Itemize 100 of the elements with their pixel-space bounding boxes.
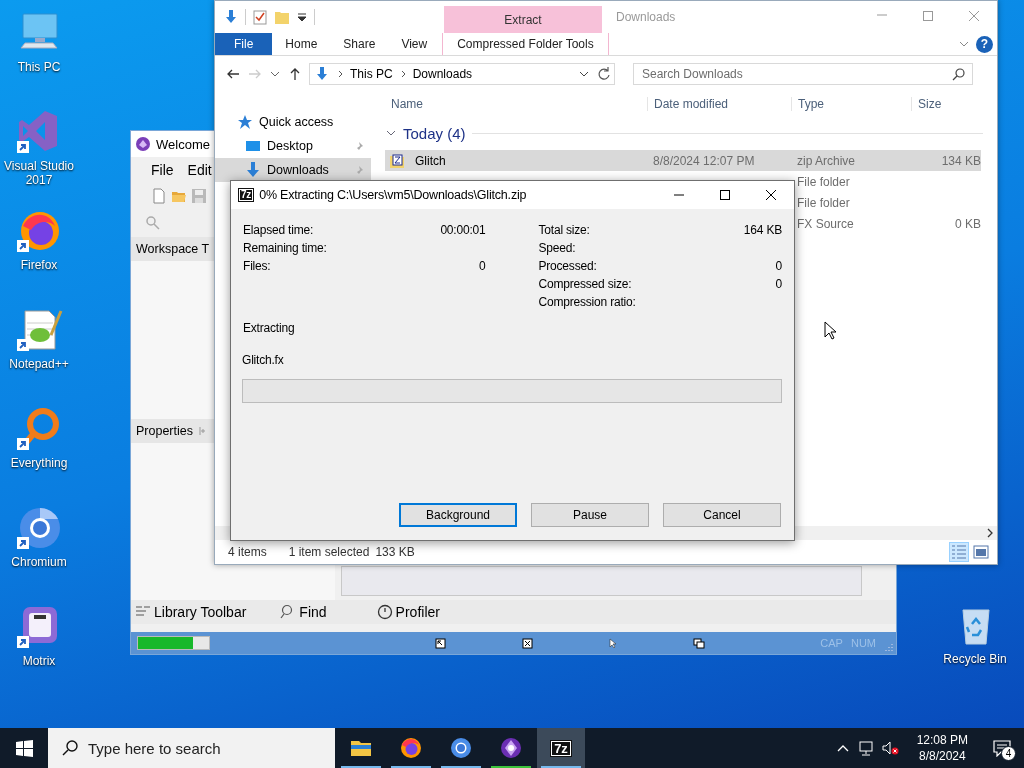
status-text: 1 item selected: [288, 545, 370, 559]
breadcrumb[interactable]: Downloads: [412, 67, 473, 81]
window-title: Downloads: [616, 10, 677, 24]
app-logo: 7z: [238, 188, 255, 202]
stat-label: Compression ratio:: [538, 295, 637, 309]
status-text: 133 KB: [375, 545, 415, 559]
stat-value: 164 KB: [743, 223, 782, 237]
chevron-right-icon[interactable]: [336, 69, 344, 79]
panel-tab[interactable]: Library Toolbar: [135, 604, 247, 620]
address-bar[interactable]: This PC Downloads: [309, 63, 615, 85]
star-icon: [237, 114, 253, 130]
ribbon-tab[interactable]: File: [215, 33, 273, 55]
notification-button[interactable]: 4: [988, 728, 1016, 768]
menu-item[interactable]: File: [151, 162, 174, 178]
panel-tab[interactable]: Profiler: [376, 604, 440, 620]
orb-icon: [499, 736, 523, 760]
menu-item[interactable]: Edit: [187, 162, 212, 178]
preview-view-icon: [973, 544, 989, 560]
group-header[interactable]: Today (4): [403, 124, 466, 142]
ribbon-tab[interactable]: Home: [272, 33, 331, 55]
clock[interactable]: 12:08 PM 8/8/2024: [916, 732, 968, 764]
file-date: 8/8/2024 12:07 PM: [652, 153, 756, 168]
search-field[interactable]: Type here to search: [48, 728, 335, 768]
window-title: 0% Extracting C:\Users\vm5\Downloads\Glitch.zip: [259, 188, 528, 202]
panel-title: Properties: [136, 423, 193, 438]
ribbon-tab[interactable]: Share: [330, 33, 389, 55]
nav-item[interactable]: Quick access: [215, 110, 371, 134]
dialog-button[interactable]: Background: [399, 503, 517, 527]
notification-count: 4: [1001, 746, 1016, 761]
desktop-icon: [245, 138, 261, 154]
context-tab-header: Extract: [444, 6, 602, 33]
network-icon[interactable]: [857, 740, 874, 756]
stat-value: 0: [774, 277, 782, 291]
view-button[interactable]: [971, 542, 991, 562]
download-arrow-icon: [245, 162, 261, 178]
stat-label: Compressed size:: [538, 277, 633, 291]
file-type: File folder: [796, 174, 851, 189]
ribbon-tab[interactable]: View: [388, 33, 441, 55]
dropdown-icon[interactable]: [296, 11, 308, 23]
stat-label: Elapsed time:: [243, 223, 315, 237]
dialog-button[interactable]: Cancel: [663, 503, 781, 527]
status-indicator: CAP: [820, 637, 843, 649]
download-arrow-icon: [314, 66, 330, 82]
column-header[interactable]: Date modified: [647, 97, 791, 111]
status-indicator: NUM: [850, 637, 876, 649]
maximize-icon: [719, 189, 731, 201]
details-view-icon: [951, 544, 967, 560]
file-size: 134 KB: [940, 153, 981, 168]
chevron-right-icon[interactable]: [985, 527, 995, 539]
clock-icon: [376, 604, 393, 620]
dialog-button[interactable]: Pause: [531, 503, 649, 527]
search-field[interactable]: Search Downloads: [633, 63, 973, 85]
window-title: Welcome: [156, 136, 210, 152]
stat-label: Speed:: [538, 241, 577, 255]
stat-value: 00:00:01: [440, 223, 486, 237]
breadcrumb[interactable]: This PC: [350, 67, 393, 81]
notification-icon: [993, 739, 1011, 757]
column-header[interactable]: Name: [385, 97, 647, 111]
refresh-icon[interactable]: [596, 66, 612, 82]
fox-globe-icon: [399, 736, 423, 760]
status-text: Extracting: [243, 321, 296, 335]
chrome-circle-icon: [449, 736, 473, 760]
pointer-icon: [609, 637, 617, 649]
stat-label: Processed:: [538, 259, 598, 273]
column-header[interactable]: Type: [791, 97, 911, 111]
icon-label[interactable]: Everything: [2, 456, 76, 470]
icon-label[interactable]: Firefox: [2, 258, 76, 272]
file-name: Glitch: [414, 153, 446, 168]
icon-label[interactable]: Chromium: [2, 555, 76, 569]
zip-folder-icon: [389, 152, 405, 169]
stat-label: Files:: [243, 259, 272, 273]
mouse-pointer-icon: [824, 321, 838, 341]
stat-value: 0: [478, 259, 486, 273]
volume-muted-icon[interactable]: [881, 740, 899, 756]
close-icon: [968, 10, 980, 22]
nav-item[interactable]: Desktop: [215, 134, 371, 158]
help-button[interactable]: ?: [976, 35, 993, 53]
cross-box-icon: [522, 637, 533, 649]
panel-tab[interactable]: Find: [280, 604, 327, 620]
file-type: FX Source: [796, 216, 855, 231]
icon-label[interactable]: Notepad++: [2, 357, 76, 371]
file-size: 0 KB: [954, 216, 981, 231]
overlap-squares-icon: [693, 637, 705, 649]
status-text: 4 items: [228, 545, 267, 559]
file-row[interactable]: Glitch 8/8/2024 12:07 PM zip Archive 134 KB: [385, 150, 981, 171]
icon-label[interactable]: Motrix: [2, 654, 76, 668]
windows-logo-icon: [15, 739, 33, 757]
stat-label: Remaining time:: [243, 241, 328, 255]
file-name: Glitch.fx: [242, 353, 285, 367]
download-arrow-icon[interactable]: [223, 9, 239, 25]
maximize-icon: [922, 10, 934, 22]
resize-grip-icon[interactable]: [883, 641, 894, 652]
checklist-icon[interactable]: [252, 9, 268, 25]
icon-label[interactable]: Recycle Bin: [938, 652, 1012, 666]
file-type: zip Archive: [796, 153, 857, 168]
taskbar-app[interactable]: 7z: [537, 728, 585, 768]
nav-item[interactable]: Downloads: [215, 158, 371, 182]
ribbon-tab[interactable]: Compressed Folder Tools: [442, 33, 609, 55]
close-icon: [765, 189, 777, 201]
column-header[interactable]: Size: [911, 97, 991, 111]
